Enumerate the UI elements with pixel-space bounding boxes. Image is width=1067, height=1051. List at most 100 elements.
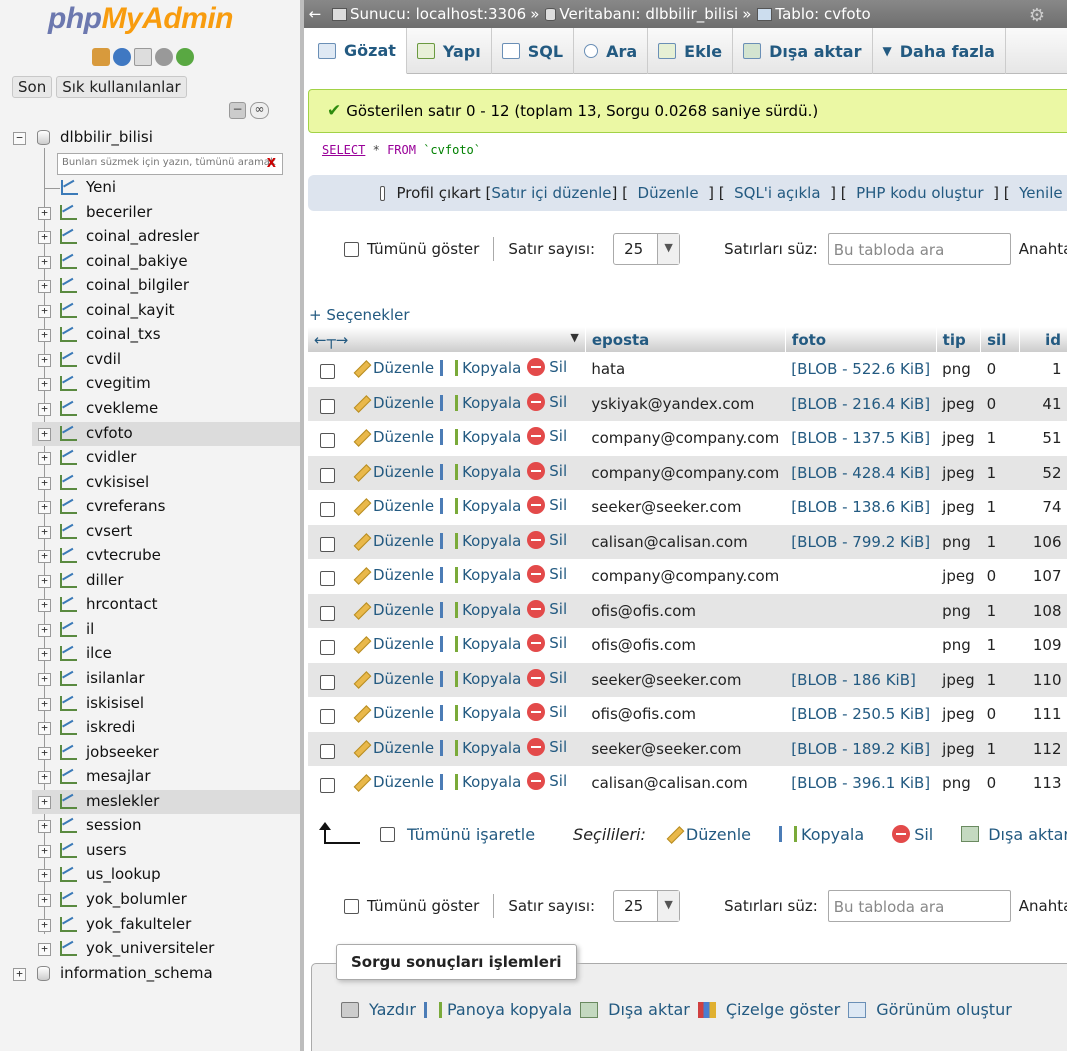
link-icon[interactable]: ∞: [250, 102, 269, 119]
table-node[interactable]: + mesajlar: [32, 765, 300, 789]
table-row[interactable]: Düzenle Kopyala Sil seeker@seeker.com [BLOB …: [308, 731, 1067, 766]
row-copy-button[interactable]: Kopyala: [440, 497, 521, 515]
row-edit-button[interactable]: Düzenle: [353, 773, 434, 791]
expand-icon[interactable]: +: [38, 844, 51, 858]
row-delete-button[interactable]: Sil: [527, 427, 567, 446]
cell-foto[interactable]: [785, 559, 937, 594]
table-name[interactable]: diller: [86, 571, 123, 589]
cell-foto[interactable]: [BLOB - 428.4 KiB]: [785, 455, 937, 490]
table-row[interactable]: Düzenle Kopyala Sil ofis@ofis.com png 1 109: [308, 628, 1067, 663]
table-name[interactable]: coinal_txs: [86, 325, 161, 343]
new-table-label[interactable]: Yeni: [86, 178, 116, 196]
row-copy-button[interactable]: Kopyala: [440, 635, 521, 653]
cell-foto[interactable]: [BLOB - 186 KiB]: [785, 662, 937, 697]
tab-structure[interactable]: Yapı: [407, 28, 492, 74]
table-node[interactable]: + iskisisel: [32, 692, 300, 716]
row-copy-button[interactable]: Kopyala: [440, 359, 521, 377]
row-delete-button[interactable]: Sil: [527, 668, 567, 687]
filter-rows-input[interactable]: Bu tabloda ara: [827, 233, 1011, 265]
expand-icon[interactable]: +: [38, 599, 51, 613]
row-checkbox[interactable]: [320, 536, 335, 552]
column-header-sil[interactable]: sil: [980, 327, 1020, 352]
row-copy-button[interactable]: Kopyala: [440, 601, 521, 619]
table-node[interactable]: + coinal_bakiye: [32, 250, 300, 274]
check-all-label[interactable]: Tümünü işaretle: [407, 825, 535, 844]
column-header-tip[interactable]: tip: [936, 327, 982, 352]
table-node[interactable]: + yok_bolumler: [32, 888, 300, 912]
bulk-export-button[interactable]: Dışa aktar: [961, 825, 1067, 844]
expand-icon[interactable]: +: [38, 574, 51, 588]
table-node[interactable]: + diller: [32, 569, 300, 593]
row-copy-button[interactable]: Kopyala: [440, 532, 521, 550]
cell-foto[interactable]: [785, 628, 937, 663]
table-name[interactable]: yok_bolumler: [86, 890, 187, 908]
table-node[interactable]: + cvidler: [32, 446, 300, 470]
table-row[interactable]: Düzenle Kopyala Sil ofis@ofis.com png 1 108: [308, 593, 1067, 628]
cell-foto[interactable]: [BLOB - 137.5 KiB]: [785, 421, 937, 456]
table-node[interactable]: + cvsert: [32, 520, 300, 544]
expand-icon[interactable]: +: [38, 550, 51, 564]
row-edit-button[interactable]: Düzenle: [353, 704, 434, 722]
table-node[interactable]: + isilanlar: [32, 667, 300, 691]
table-row[interactable]: Düzenle Kopyala Sil yskiyak@yandex.com [BLOB…: [308, 386, 1067, 421]
column-header-foto[interactable]: foto: [785, 327, 937, 352]
table-node[interactable]: + cvegitim: [32, 372, 300, 396]
table-name[interactable]: beceriler: [86, 203, 152, 221]
tab-insert[interactable]: Ekle: [648, 28, 734, 74]
table-row[interactable]: Düzenle Kopyala Sil company@company.com [BLO…: [308, 455, 1067, 490]
database-name[interactable]: dlbbilir_bilisi: [60, 128, 153, 146]
row-delete-button[interactable]: Sil: [527, 703, 567, 722]
page-settings-gear-icon[interactable]: ⚙: [1029, 5, 1045, 26]
table-node[interactable]: + coinal_kayit: [32, 299, 300, 323]
table-node[interactable]: + users: [32, 839, 300, 863]
column-header-eposta[interactable]: eposta: [585, 327, 786, 352]
column-header-id[interactable]: id: [1019, 327, 1067, 352]
row-checkbox[interactable]: [320, 640, 335, 656]
cell-foto[interactable]: [BLOB - 216.4 KiB]: [785, 386, 937, 421]
favorite-tables-button[interactable]: Sık kullanılanlar: [56, 76, 187, 98]
table-node[interactable]: + hrcontact: [32, 593, 300, 617]
table-name[interactable]: coinal_kayit: [86, 301, 175, 319]
expand-icon[interactable]: +: [38, 820, 51, 834]
table-row[interactable]: Düzenle Kopyala Sil company@company.com [BLO…: [308, 421, 1067, 456]
profiling-checkbox[interactable]: [380, 185, 385, 201]
expand-icon[interactable]: +: [38, 771, 51, 785]
breadcrumb-server[interactable]: Sunucu: localhost:3306: [332, 5, 526, 23]
table-name[interactable]: session: [86, 816, 142, 834]
tab-export[interactable]: Dışa aktar: [733, 28, 873, 74]
row-checkbox[interactable]: [320, 467, 335, 483]
row-delete-button[interactable]: Sil: [527, 461, 567, 480]
collapse-arrow-icon[interactable]: ←: [304, 5, 326, 23]
table-node[interactable]: + coinal_adresler: [32, 225, 300, 249]
phpmyadmin-logo[interactable]: phpMyAdmin: [48, 2, 233, 36]
refresh-link[interactable]: Yenile: [1019, 184, 1062, 202]
table-filter-input[interactable]: Bunları süzmek için yazın, tümünü aramak…: [57, 153, 283, 175]
expand-icon[interactable]: +: [38, 943, 51, 957]
docs-icon[interactable]: [134, 48, 152, 66]
expand-icon[interactable]: +: [38, 869, 51, 883]
row-count-select-bottom[interactable]: 25 ▼: [613, 890, 681, 922]
table-name[interactable]: mesajlar: [86, 767, 151, 785]
bulk-edit-button[interactable]: Düzenle: [666, 825, 751, 844]
table-name[interactable]: cvtecrube: [86, 546, 161, 564]
row-delete-button[interactable]: Sil: [527, 737, 567, 756]
expand-icon[interactable]: +: [13, 967, 26, 981]
table-name[interactable]: iskredi: [86, 718, 135, 736]
row-checkbox[interactable]: [320, 778, 335, 794]
table-name[interactable]: yok_universiteler: [86, 939, 214, 957]
row-edit-button[interactable]: Düzenle: [353, 601, 434, 619]
expand-icon[interactable]: +: [38, 673, 51, 686]
row-checkbox[interactable]: [320, 709, 335, 725]
row-edit-button[interactable]: Düzenle: [353, 497, 434, 515]
table-node[interactable]: + yok_universiteler: [32, 937, 300, 961]
row-delete-button[interactable]: Sil: [527, 772, 567, 791]
explain-sql-link[interactable]: SQL'i açıkla: [734, 184, 820, 202]
edit-query-link[interactable]: Düzenle: [638, 184, 699, 202]
table-name[interactable]: meslekler: [86, 792, 159, 810]
expand-icon[interactable]: +: [38, 255, 51, 269]
table-name[interactable]: cvsert: [86, 522, 132, 540]
expand-icon[interactable]: +: [38, 304, 51, 318]
cell-foto[interactable]: [BLOB - 189.2 KiB]: [785, 731, 937, 766]
table-name[interactable]: users: [86, 841, 127, 859]
filter-rows-input-bottom[interactable]: Bu tabloda ara: [827, 890, 1011, 922]
